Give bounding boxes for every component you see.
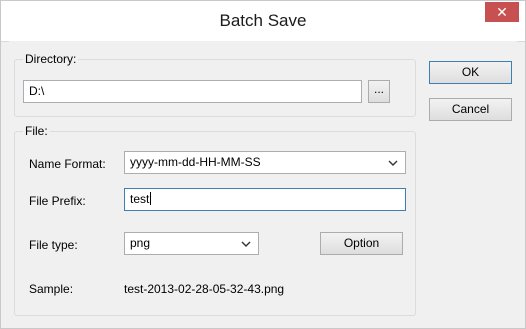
name-format-value: yyyy-mm-dd-HH-MM-SS bbox=[130, 155, 261, 169]
dialog-body: Directory: D:\ ... File: Name Format: yy… bbox=[9, 41, 517, 323]
file-type-value: png bbox=[130, 236, 151, 250]
cancel-button[interactable]: Cancel bbox=[429, 98, 512, 121]
title-bar[interactable]: Batch Save ✕ bbox=[1, 1, 525, 42]
file-type-select[interactable]: png bbox=[124, 232, 259, 255]
window-title: Batch Save bbox=[219, 11, 307, 30]
name-format-select[interactable]: yyyy-mm-dd-HH-MM-SS bbox=[124, 151, 406, 174]
chevron-down-icon bbox=[241, 241, 251, 247]
file-prefix-label: File Prefix: bbox=[29, 194, 86, 208]
directory-group-label: Directory: bbox=[23, 52, 79, 66]
close-button[interactable]: ✕ bbox=[485, 2, 519, 22]
browse-button[interactable]: ... bbox=[368, 80, 390, 103]
file-group-label: File: bbox=[23, 124, 50, 138]
close-icon: ✕ bbox=[496, 4, 508, 20]
file-prefix-value: test bbox=[130, 192, 150, 206]
file-group: File: Name Format: yyyy-mm-dd-HH-MM-SS F… bbox=[14, 124, 416, 316]
name-format-label: Name Format: bbox=[29, 157, 106, 171]
file-prefix-input[interactable]: test bbox=[124, 188, 406, 211]
chevron-down-icon bbox=[388, 160, 398, 166]
sample-label: Sample: bbox=[29, 282, 74, 296]
directory-group: Directory: D:\ ... bbox=[14, 52, 416, 117]
batch-save-dialog: Batch Save ✕ Directory: D:\ ... File: Na… bbox=[0, 0, 526, 329]
sample-filename: test-2013-02-28-05-32-43.png bbox=[124, 282, 285, 296]
option-button[interactable]: Option bbox=[320, 232, 403, 255]
ok-button[interactable]: OK bbox=[429, 61, 512, 84]
text-caret bbox=[150, 192, 152, 205]
file-type-label: File type: bbox=[29, 238, 78, 252]
directory-input[interactable]: D:\ bbox=[23, 80, 362, 103]
